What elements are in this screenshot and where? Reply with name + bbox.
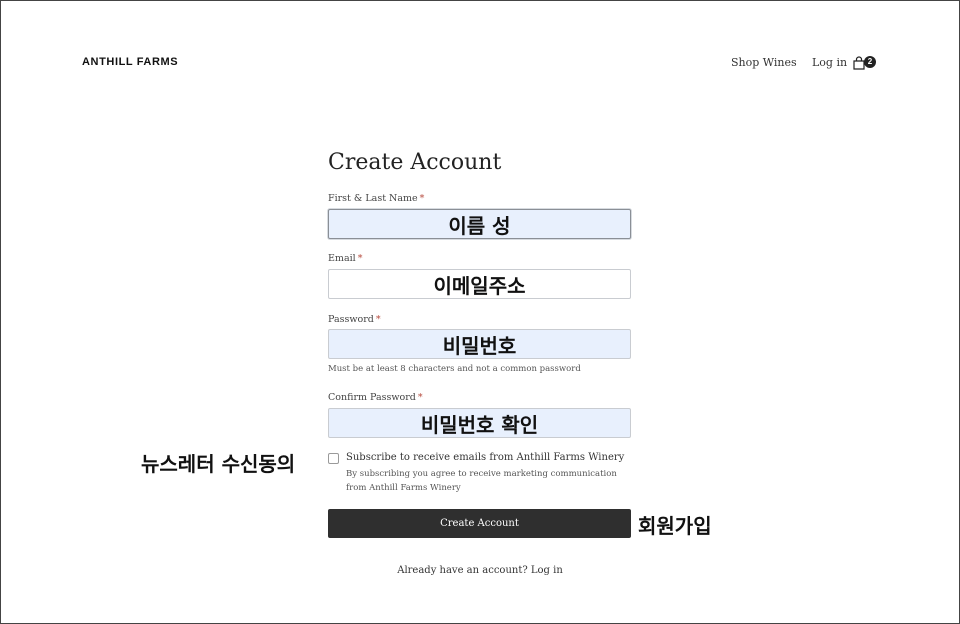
newsletter-annotation: 뉴스레터 수신동의 — [141, 452, 296, 476]
confirm-password-field[interactable]: 비밀번호 확인 — [328, 408, 631, 438]
email-field[interactable]: 이메일주소 — [328, 269, 631, 299]
subscribe-label[interactable]: Subscribe to receive emails from Anthill… — [346, 452, 624, 463]
password-label: Password * — [328, 314, 381, 325]
confirm-password-field-value: 비밀번호 확인 — [420, 412, 539, 437]
password-field-value: 비밀번호 — [442, 333, 517, 358]
name-label: First & Last Name * — [328, 193, 425, 204]
password-field[interactable]: 비밀번호 — [328, 329, 631, 359]
cart-count-badge: 2 — [864, 56, 876, 68]
email-label: Email * — [328, 253, 363, 264]
cart-button[interactable]: 2 — [852, 54, 878, 72]
password-hint: Must be at least 8 characters and not a … — [328, 364, 581, 374]
already-have-account-link[interactable]: Already have an account? Log in — [0, 565, 960, 576]
nav-log-in[interactable]: Log in — [812, 56, 847, 69]
name-field[interactable]: 이름 성 — [328, 209, 631, 239]
subscribe-checkbox[interactable] — [328, 453, 339, 464]
subscribe-description: By subscribing you agree to receive mark… — [346, 469, 617, 493]
name-field-value: 이름 성 — [448, 213, 511, 238]
email-field-value: 이메일주소 — [433, 273, 526, 298]
page-title: Create Account — [328, 150, 502, 175]
signup-annotation: 회원가입 — [638, 514, 712, 538]
brand-logo[interactable]: ANTHILL FARMS — [82, 56, 178, 68]
confirm-password-label: Confirm Password * — [328, 392, 423, 403]
create-account-button[interactable]: Create Account — [328, 509, 631, 538]
nav-shop-wines[interactable]: Shop Wines — [731, 56, 797, 69]
